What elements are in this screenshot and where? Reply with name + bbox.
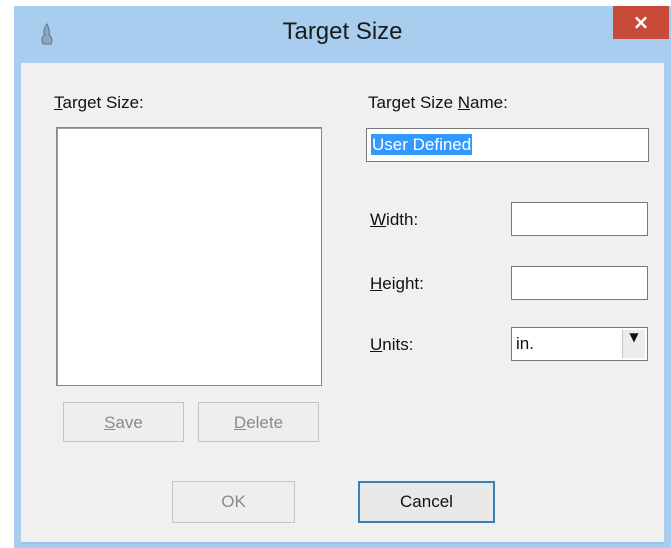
save-button[interactable]: Save (63, 402, 184, 442)
dialog-window: Target Size × Target Size: Save Delete T… (14, 6, 671, 548)
dialog-body: Target Size: Save Delete Target Size Nam… (21, 63, 664, 544)
target-size-name-label: Target Size Name: (368, 93, 508, 112)
width-label: Width: (370, 210, 419, 229)
title-bar[interactable]: Target Size × (14, 6, 671, 63)
target-size-list-label: Target Size: (54, 93, 144, 112)
ok-button[interactable]: OK (172, 481, 295, 523)
window-title: Target Size (282, 18, 403, 45)
height-input[interactable] (511, 266, 648, 300)
target-size-name-input[interactable]: User Defined (366, 128, 649, 162)
cancel-button[interactable]: Cancel (358, 481, 495, 523)
height-label: Height: (370, 274, 424, 293)
units-label: Units: (370, 335, 414, 354)
close-icon: × (632, 10, 650, 34)
width-input[interactable] (511, 202, 648, 236)
close-button[interactable]: × (613, 6, 669, 39)
units-value: in. (516, 334, 534, 353)
delete-button[interactable]: Delete (198, 402, 319, 442)
units-select[interactable]: in. ▼ (511, 327, 648, 361)
target-size-list[interactable] (56, 127, 322, 386)
chevron-down-icon[interactable]: ▼ (622, 330, 645, 358)
